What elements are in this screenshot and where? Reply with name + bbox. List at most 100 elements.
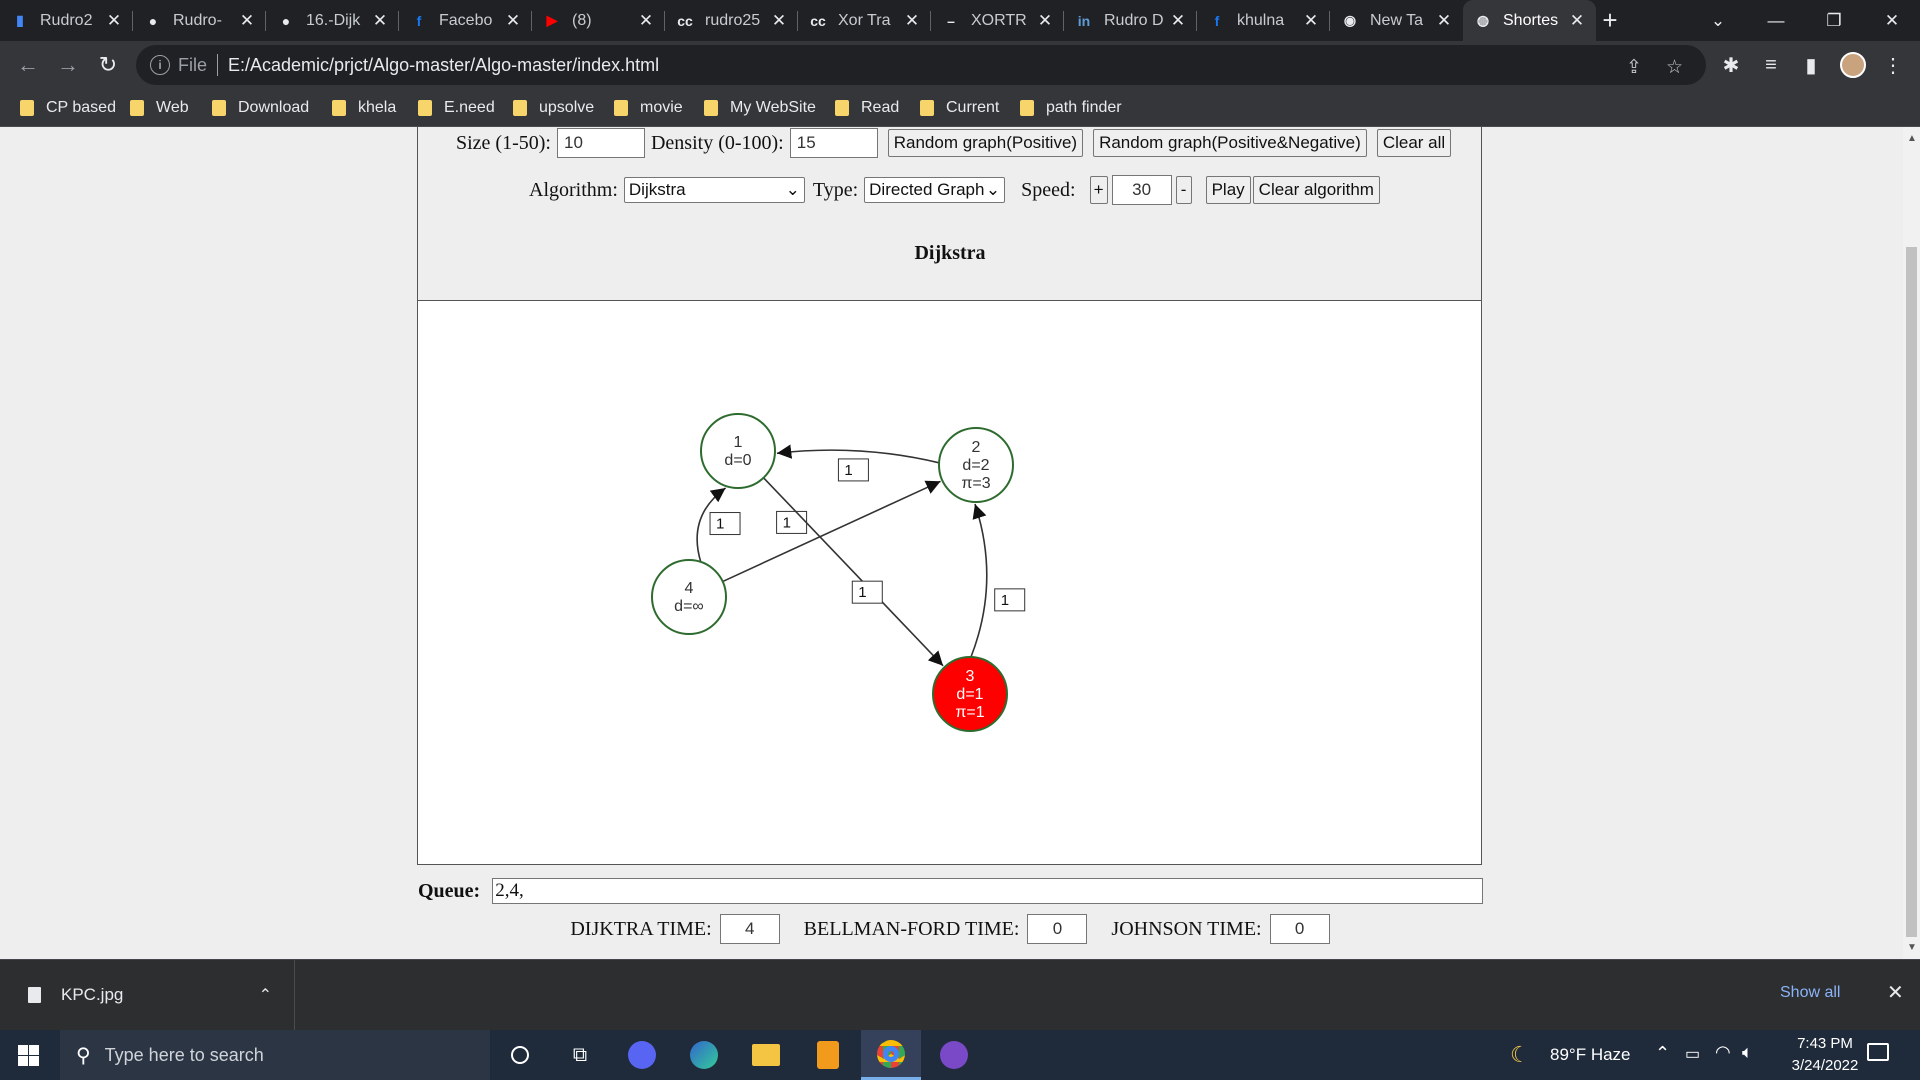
tab-close-icon[interactable]: ✕	[371, 11, 389, 31]
reading-list-icon[interactable]: ≡	[1756, 51, 1786, 79]
speed-input[interactable]: 30	[1111, 175, 1172, 205]
profile-avatar[interactable]	[1838, 51, 1868, 79]
tab[interactable]: cc Xor Tra ✕	[798, 0, 931, 41]
tab-close-icon[interactable]: ✕	[1568, 11, 1586, 31]
bookmark-item[interactable]: path finder	[1020, 97, 1122, 119]
github-desktop-icon[interactable]	[924, 1030, 984, 1080]
menu-kebab-icon[interactable]: ⋮	[1878, 51, 1908, 79]
scroll-down-arrow-icon[interactable]: ▼	[1907, 942, 1917, 953]
tab-close-icon[interactable]: ✕	[1036, 11, 1054, 31]
tab-search-icon[interactable]: ⌄	[1690, 0, 1746, 41]
chrome-taskbar-icon[interactable]	[861, 1030, 921, 1080]
wifi-icon[interactable]: ◠	[1715, 1042, 1731, 1063]
random-mixed-button[interactable]: Random graph(Positive&Negative)	[1093, 129, 1367, 157]
tab-close-icon[interactable]: ✕	[637, 11, 655, 31]
notification-icon[interactable]	[1867, 1043, 1889, 1061]
clear-algorithm-button[interactable]: Clear algorithm	[1252, 176, 1380, 204]
close-download-bar-icon[interactable]: ✕	[1887, 980, 1904, 1005]
bookmark-item[interactable]: khela	[332, 97, 396, 119]
discord-icon[interactable]	[612, 1030, 672, 1080]
tab-close-icon[interactable]: ✕	[770, 11, 788, 31]
task-view-icon[interactable]: ⧉	[550, 1030, 610, 1080]
tab[interactable]: – XORTR ✕	[931, 0, 1064, 41]
page-scrollbar[interactable]: ▲ ▼	[1903, 127, 1920, 959]
graph-node-4[interactable]	[651, 559, 727, 635]
tab[interactable]: ◍ Shortes ✕	[1463, 0, 1596, 41]
reload-button[interactable]: ↻	[92, 49, 124, 81]
graph-canvas[interactable]: 11111 1 d=0 2 d=2 π=3 3 d=1 π=1 4 d=∞	[417, 300, 1482, 865]
windows-start-icon[interactable]	[18, 1045, 39, 1066]
clock-date[interactable]: 3/24/2022	[1775, 1057, 1875, 1074]
restore-button[interactable]: ❐	[1806, 0, 1862, 41]
address-bar[interactable]: i File E:/Academic/prjct/Algo-master/Alg…	[136, 45, 1706, 85]
density-input[interactable]: 15	[789, 128, 878, 158]
bookmark-item[interactable]: movie	[614, 97, 683, 119]
weather-text[interactable]: 89°F Haze	[1550, 1045, 1631, 1065]
clock-time[interactable]: 7:43 PM	[1785, 1035, 1865, 1052]
cortana-icon[interactable]	[490, 1030, 550, 1080]
queue-field[interactable]: 2,4,	[492, 878, 1484, 904]
graph-controls-row: Size (1-50): 10 Density (0-100): 15 Rand…	[456, 128, 1481, 158]
tab[interactable]: ▮ Rudro2 ✕	[0, 0, 133, 41]
clear-all-button[interactable]: Clear all	[1376, 129, 1452, 157]
speed-plus-button[interactable]: +	[1089, 176, 1108, 204]
johnson-time-field[interactable]: 0	[1269, 914, 1330, 944]
tab[interactable]: f Facebo ✕	[399, 0, 532, 41]
tab-close-icon[interactable]: ✕	[1302, 11, 1320, 31]
chevron-up-icon[interactable]: ⌃	[259, 985, 272, 1005]
tab-close-icon[interactable]: ✕	[903, 11, 921, 31]
show-all-button[interactable]: Show all	[1780, 984, 1840, 1002]
tray-chevron-up-icon[interactable]: ⌃	[1655, 1043, 1670, 1064]
dijkstra-time-field[interactable]: 4	[719, 914, 780, 944]
weather-moon-icon[interactable]: ☾	[1510, 1042, 1530, 1068]
size-input[interactable]: 10	[556, 128, 645, 158]
bookmark-item[interactable]: My WebSite	[704, 97, 816, 119]
scroll-thumb[interactable]	[1906, 247, 1917, 937]
bookmark-item[interactable]: Read	[835, 97, 899, 119]
bookmark-item[interactable]: upsolve	[513, 97, 594, 119]
tab[interactable]: ◉ New Ta ✕	[1330, 0, 1463, 41]
forward-button[interactable]: →	[52, 49, 84, 81]
volume-icon[interactable]: 🔈︎	[1742, 1042, 1753, 1063]
download-item[interactable]: KPC.jpg ⌃	[0, 960, 295, 1030]
play-button[interactable]: Play	[1205, 176, 1251, 204]
tab[interactable]: ● Rudro- ✕	[133, 0, 266, 41]
bellman-time-field[interactable]: 0	[1027, 914, 1088, 944]
minimize-button[interactable]: —	[1748, 0, 1804, 41]
info-icon[interactable]: i	[150, 55, 170, 75]
bookmark-item[interactable]: E.need	[418, 97, 495, 119]
extensions-icon[interactable]: ✱	[1716, 51, 1746, 79]
algorithm-select[interactable]: Dijkstra ⌄	[623, 177, 805, 203]
tab[interactable]: cc rudro25 ✕	[665, 0, 798, 41]
tab-close-icon[interactable]: ✕	[1169, 11, 1187, 31]
random-positive-button[interactable]: Random graph(Positive)	[887, 129, 1084, 157]
tab-close-icon[interactable]: ✕	[238, 11, 256, 31]
tab[interactable]: in Rudro D ✕	[1064, 0, 1197, 41]
edge-weight-box	[994, 588, 1026, 612]
speed-minus-button[interactable]: -	[1175, 176, 1192, 204]
bookmark-item[interactable]: Current	[920, 97, 999, 119]
type-select[interactable]: Directed Graph ⌄	[864, 177, 1006, 203]
tab-close-icon[interactable]: ✕	[105, 11, 123, 31]
tab-close-icon[interactable]: ✕	[1435, 11, 1453, 31]
sublime-text-icon[interactable]	[798, 1030, 858, 1080]
file-explorer-icon[interactable]	[736, 1030, 796, 1080]
scroll-up-arrow-icon[interactable]: ▲	[1907, 133, 1917, 144]
new-tab-button[interactable]: +	[1590, 0, 1630, 41]
share-icon[interactable]: ⇪	[1626, 56, 1642, 79]
side-panel-icon[interactable]: ▮	[1796, 51, 1826, 79]
bookmark-star-icon[interactable]: ☆	[1666, 56, 1683, 79]
bookmark-item[interactable]: CP based	[20, 97, 116, 119]
bookmark-item[interactable]: Web	[130, 97, 189, 119]
tab-close-icon[interactable]: ✕	[504, 11, 522, 31]
edge-icon[interactable]	[674, 1030, 734, 1080]
taskbar-search-box[interactable]: ⚲ Type here to search	[60, 1030, 490, 1080]
close-window-button[interactable]: ✕	[1864, 0, 1920, 41]
tab[interactable]: ● 16.-Dijk ✕	[266, 0, 399, 41]
tab[interactable]: f khulna ✕	[1197, 0, 1330, 41]
battery-icon[interactable]: ▭	[1685, 1044, 1700, 1064]
back-button[interactable]: ←	[12, 49, 44, 81]
bookmark-item[interactable]: Download	[212, 97, 309, 119]
graph-node-1[interactable]	[700, 413, 776, 489]
tab[interactable]: ▶ (8) ✕	[532, 0, 665, 41]
